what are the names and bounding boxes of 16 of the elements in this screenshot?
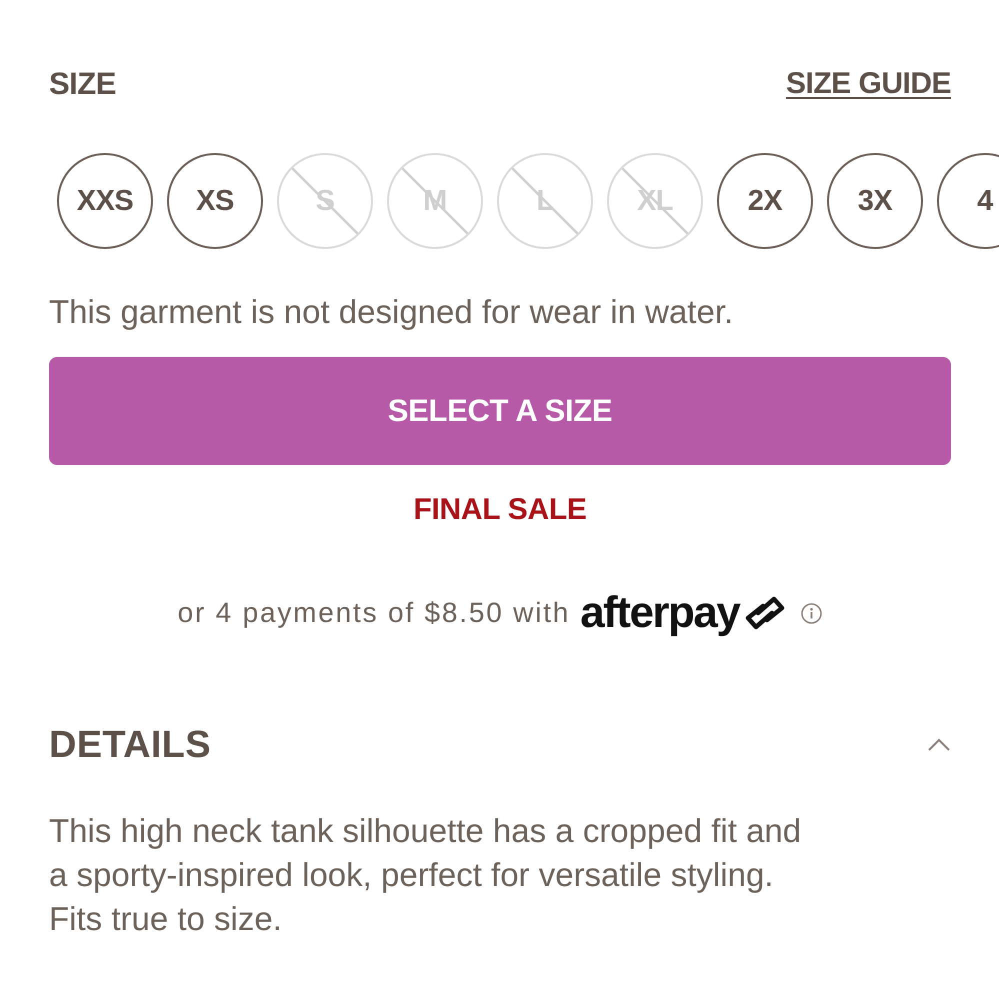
details-description: This high neck tank silhouette has a cropped fit and a sporty-inspired look, perfect for versatile styling. Fits true to size.: [49, 811, 802, 939]
chevron-up-icon[interactable]: [927, 738, 951, 752]
installment-text: or 4 payments of $8.50 with: [178, 597, 570, 629]
care-note: This garment is not designed for wear in water.: [49, 292, 734, 332]
select-size-button[interactable]: SELECT A SIZE: [49, 357, 951, 465]
final-sale-label: FINAL SALE: [413, 492, 587, 528]
size-option[interactable]: 4: [937, 153, 999, 249]
size-heading: SIZE: [49, 65, 116, 103]
size-option[interactable]: 2X: [717, 153, 813, 249]
size-option[interactable]: XXS: [57, 153, 153, 249]
size-option[interactable]: XS: [167, 153, 263, 249]
size-guide-link[interactable]: SIZE GUIDE: [786, 66, 951, 102]
size-option[interactable]: 3X: [827, 153, 923, 249]
afterpay-logo: afterpay: [580, 588, 740, 638]
info-icon[interactable]: [801, 602, 822, 624]
details-heading: DETAILS: [49, 723, 211, 768]
